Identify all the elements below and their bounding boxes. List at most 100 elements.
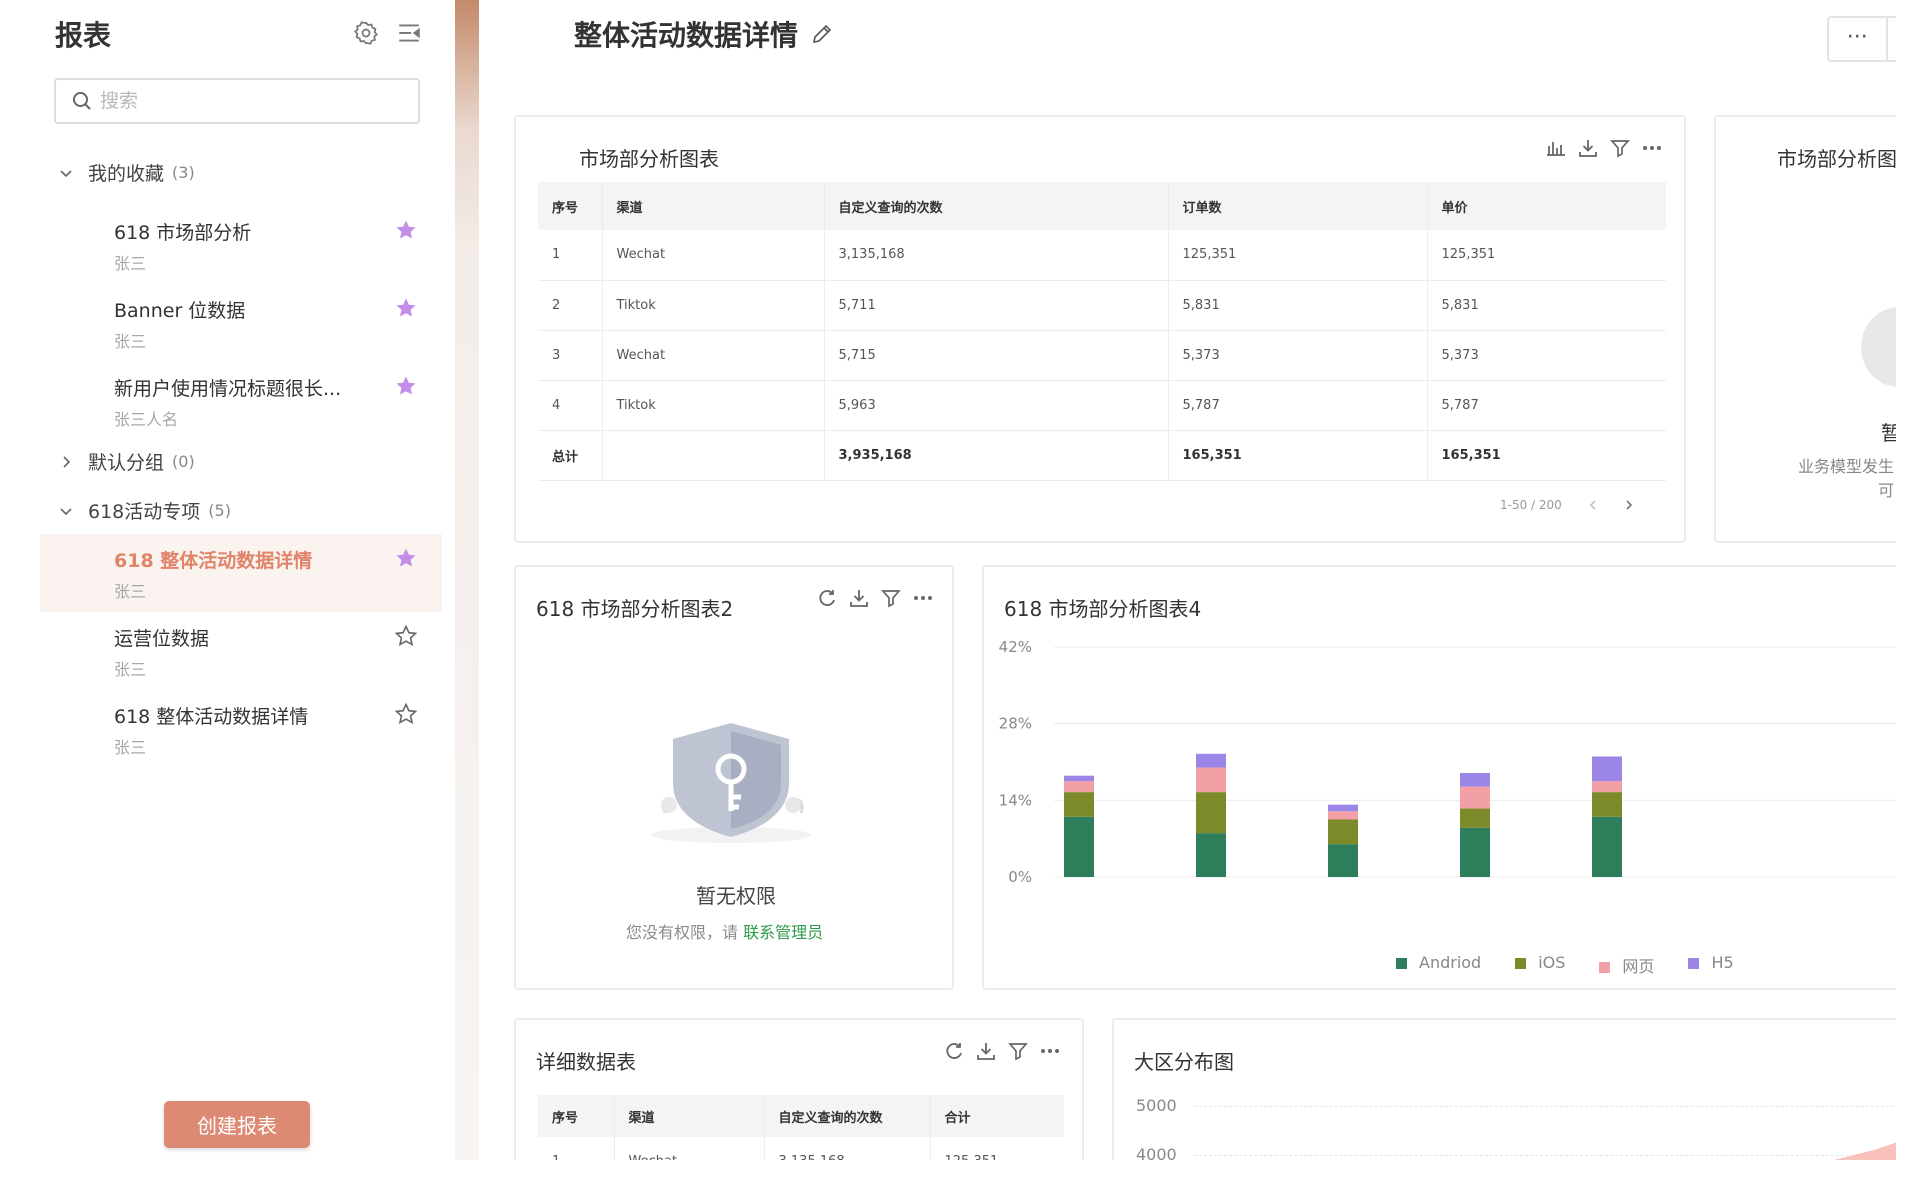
table-cell: Wechat — [601, 230, 824, 281]
legend-label: iOS — [1538, 953, 1566, 972]
sidebar: 报表 我的收藏 (3) 618 市场部分析 张三 Banner 位数据 张三 — [40, 0, 442, 1160]
legend-swatch — [1688, 958, 1700, 969]
star-outline-icon[interactable] — [394, 624, 418, 648]
legend-item-android[interactable]: Andriod — [1396, 953, 1481, 977]
chart-legend: Andriod iOS 网页 H5 — [1396, 953, 1734, 977]
table-row: 3 Wechat 5,715 5,373 5,373 — [538, 330, 1666, 381]
group-default[interactable]: 默认分组 (0) — [58, 448, 195, 475]
table-cell: 5,715 — [823, 330, 1168, 381]
search-box[interactable] — [54, 78, 420, 124]
group-favorites[interactable]: 我的收藏 (3) — [58, 159, 195, 186]
empty-title-partial: 暂 — [1881, 421, 1896, 445]
column-header: 序号 — [538, 182, 602, 230]
table-row: 2 Tiktok 5,711 5,831 5,831 — [538, 280, 1666, 331]
bar-segment — [1592, 756, 1622, 782]
filter-icon[interactable] — [880, 587, 902, 609]
download-icon[interactable] — [848, 587, 870, 609]
download-icon[interactable] — [975, 1040, 997, 1062]
table-cell: 5,831 — [1167, 280, 1427, 331]
legend-label: Andriod — [1419, 953, 1482, 972]
x-tick-label: 07-03 — [1189, 885, 1233, 887]
group-count: (3) — [172, 163, 195, 182]
column-header: 合计 — [929, 1095, 1064, 1137]
card-toolbar — [943, 1040, 1061, 1062]
y-tick-label: 28% — [999, 715, 1032, 733]
edit-pencil-icon[interactable] — [810, 22, 834, 46]
x-tick-label: 07-02 — [1057, 885, 1101, 887]
market-data-table: 序号 渠道 自定义查询的次数 订单数 单价 1 Wechat 3,135,168… — [538, 182, 1666, 481]
legend-item-web[interactable]: 网页 — [1599, 953, 1654, 977]
download-icon[interactable] — [1577, 137, 1599, 159]
table-cell: Tiktok — [601, 380, 824, 431]
chevron-right-icon — [63, 455, 71, 468]
bar-segment — [1592, 816, 1622, 877]
table-cell: 125,351 — [929, 1137, 1064, 1160]
column-header: 序号 — [538, 1095, 614, 1137]
prev-page-icon[interactable] — [1588, 499, 1598, 511]
table-cell: 125,351 — [1426, 230, 1666, 281]
card-title: 618 市场部分析图表4 — [1004, 597, 1202, 621]
refresh-icon[interactable] — [943, 1040, 965, 1062]
bar-segment — [1460, 827, 1490, 877]
card-title: 618 市场部分析图表2 — [536, 597, 734, 621]
y-tick-label: 4000 — [1136, 1145, 1177, 1160]
bar-chart-icon[interactable] — [1545, 137, 1567, 159]
group-618-campaign[interactable]: 618活动专项 (5) — [58, 497, 231, 524]
table-cell: 1 — [538, 230, 602, 281]
table-cell: 165,351 — [1426, 430, 1666, 481]
star-filled-icon[interactable] — [394, 546, 418, 570]
item-title: 运营位数据 — [114, 628, 210, 650]
refresh-icon[interactable] — [1894, 28, 1896, 50]
search-icon — [73, 92, 91, 110]
settings-gear-icon[interactable] — [353, 20, 379, 46]
filter-icon[interactable] — [1007, 1040, 1029, 1062]
group-count: (0) — [172, 452, 195, 471]
bar-segment — [1064, 781, 1094, 793]
filter-icon[interactable] — [1609, 137, 1631, 159]
list-item[interactable]: 新用户使用情况标题很长... 张三人名 — [40, 362, 442, 440]
collapse-sidebar-icon[interactable] — [396, 20, 422, 46]
card-title: 详细数据表 — [536, 1050, 636, 1074]
table-cell: 5,963 — [823, 380, 1168, 431]
chevron-down-icon — [60, 169, 72, 177]
legend-swatch — [1515, 958, 1527, 969]
star-filled-icon[interactable] — [394, 296, 418, 320]
search-input[interactable] — [100, 90, 400, 112]
bar-segment — [1196, 767, 1226, 793]
legend-item-h5[interactable]: H5 — [1688, 953, 1734, 977]
legend-item-ios[interactable]: iOS — [1515, 953, 1565, 977]
y-tick-label: 42% — [999, 638, 1032, 656]
column-header: 自定义查询的次数 — [823, 182, 1168, 230]
star-filled-icon[interactable] — [394, 374, 418, 398]
next-page-icon[interactable] — [1624, 499, 1634, 511]
item-title: Banner 位数据 — [114, 300, 246, 322]
card-title: 市场部分析图表 — [579, 147, 719, 171]
item-title: 618 整体活动数据详情 — [114, 706, 309, 728]
no-permission-subtitle: 您没有权限，请 联系管理员 — [626, 919, 823, 943]
list-item[interactable]: 618 市场部分析 张三 — [40, 206, 442, 284]
contact-admin-link[interactable]: 联系管理员 — [743, 923, 823, 942]
more-dots-icon[interactable] — [1039, 1040, 1061, 1062]
star-outline-icon[interactable] — [394, 702, 418, 726]
list-item[interactable]: 618 整体活动数据详情 张三 — [40, 690, 442, 768]
more-button[interactable]: ··· — [1829, 18, 1888, 60]
region-chart-card: 大区分布图 5000 4000 — [1112, 1018, 1896, 1160]
more-dots-icon[interactable] — [1641, 137, 1663, 159]
bar-segment — [1064, 816, 1094, 877]
item-author: 张三 — [114, 660, 147, 679]
more-dots-icon[interactable] — [912, 587, 934, 609]
y-tick-label: 5000 — [1136, 1096, 1177, 1115]
item-author: 张三 — [114, 332, 147, 351]
item-author: 张三人名 — [114, 410, 179, 429]
star-filled-icon[interactable] — [394, 218, 418, 242]
create-report-button[interactable]: 创建报表 — [164, 1101, 310, 1148]
page-title: 整体活动数据详情 — [574, 14, 834, 54]
item-author: 张三 — [114, 254, 147, 273]
list-item[interactable]: Banner 位数据 张三 — [40, 284, 442, 362]
x-tick-label: 07-05 — [1453, 885, 1497, 887]
refresh-icon[interactable] — [816, 587, 838, 609]
list-item-active[interactable]: 618 整体活动数据详情 张三 — [40, 534, 442, 612]
list-item[interactable]: 运营位数据 张三 — [40, 612, 442, 690]
area-series — [1834, 1142, 1896, 1160]
table-row: 1 Wechat 3,135,168 125,351 125,351 — [538, 230, 1666, 281]
